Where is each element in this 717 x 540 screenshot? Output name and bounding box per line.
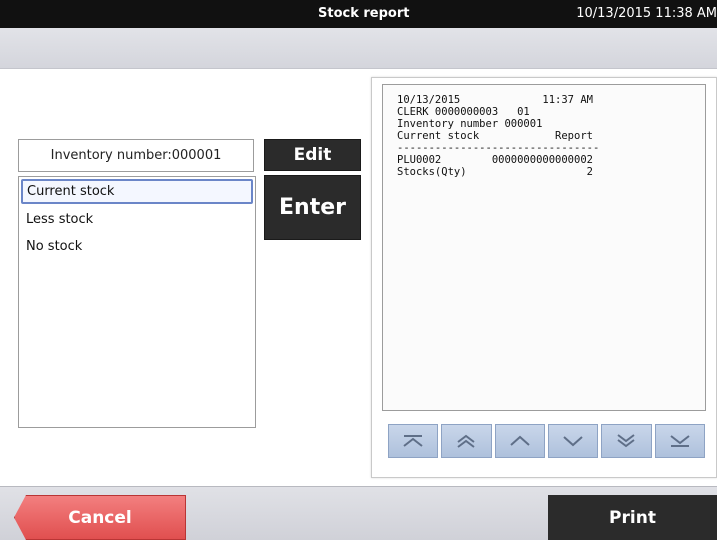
receipt-line-datetime: 10/13/2015 11:37 AM bbox=[397, 94, 593, 106]
receipt-paper[interactable]: 10/13/2015 11:37 AM CLERK 0000000003 01 … bbox=[382, 84, 706, 411]
list-item-current-stock[interactable]: Current stock bbox=[21, 179, 253, 204]
inventory-number-field[interactable]: Inventory number:000001 bbox=[18, 139, 254, 172]
receipt-line-plu: PLU0002 0000000000000002 bbox=[397, 154, 593, 166]
receipt-line-stock-qty: Stocks(Qty) 2 bbox=[397, 166, 593, 178]
page-up-button[interactable] bbox=[441, 424, 492, 458]
title-bar: Stock report 10/13/2015 11:38 AM bbox=[0, 0, 717, 28]
page-title: Stock report bbox=[318, 6, 410, 21]
bottom-bar: Cancel Print bbox=[0, 486, 717, 540]
edit-button[interactable]: Edit bbox=[264, 139, 361, 171]
receipt-preview-panel: 10/13/2015 11:37 AM CLERK 0000000003 01 … bbox=[371, 77, 717, 478]
receipt-line-report-type: Current stock Report bbox=[397, 130, 593, 142]
list-item-less-stock[interactable]: Less stock bbox=[21, 206, 253, 231]
print-button[interactable]: Print bbox=[548, 495, 717, 540]
receipt-scroll-controls bbox=[388, 424, 705, 458]
line-down-icon bbox=[563, 436, 583, 447]
enter-button[interactable]: Enter bbox=[264, 175, 361, 240]
line-up-icon bbox=[510, 435, 530, 446]
scroll-bottom-button[interactable] bbox=[654, 424, 705, 458]
receipt-line-inventory: Inventory number 000001 bbox=[397, 118, 543, 130]
page-up-icon bbox=[457, 434, 476, 448]
line-down-button[interactable] bbox=[547, 424, 599, 458]
receipt-line-clerk: CLERK 0000000003 01 bbox=[397, 106, 530, 118]
scroll-top-icon bbox=[403, 435, 423, 447]
scroll-top-button[interactable] bbox=[388, 424, 439, 458]
page-down-button[interactable] bbox=[601, 424, 652, 458]
cancel-button[interactable]: Cancel bbox=[14, 495, 186, 540]
line-up-button[interactable] bbox=[494, 424, 545, 458]
page-down-icon bbox=[617, 434, 636, 448]
datetime-display: 10/13/2015 11:38 AM bbox=[576, 6, 717, 21]
receipt-line-separator: -------------------------------- bbox=[397, 142, 600, 154]
report-type-list: Current stock Less stock No stock bbox=[18, 176, 256, 428]
list-item-no-stock[interactable]: No stock bbox=[21, 233, 253, 258]
toolbar bbox=[0, 28, 717, 69]
scroll-bottom-icon bbox=[670, 435, 690, 447]
